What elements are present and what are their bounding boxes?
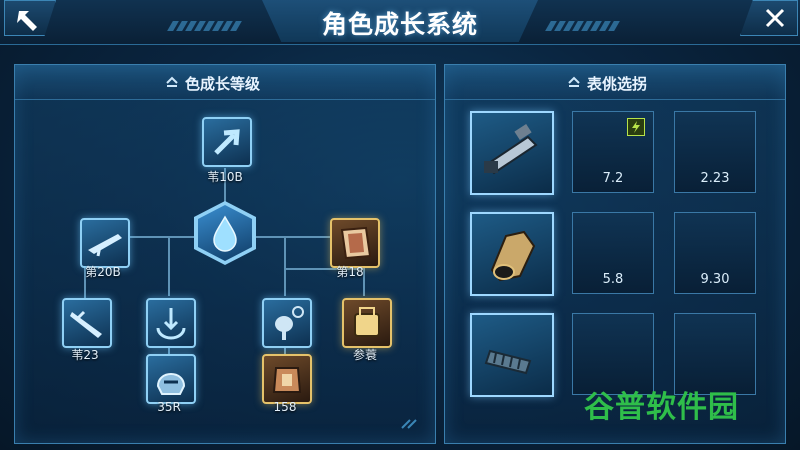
slot-value: 7.2	[602, 171, 624, 186]
ammo-belt-icon	[484, 349, 532, 375]
header-stripes-left	[167, 16, 250, 31]
skill-node-left-lower-2b-label: 35R	[157, 400, 181, 414]
skill-node-right-lower-1b-label: 158	[273, 400, 297, 414]
watermark-brand-green: 谷普	[584, 390, 646, 425]
skill-node-right-lower-2-label: 参蓑	[352, 348, 377, 362]
watermark-text: 谷普软件园	[584, 382, 739, 426]
skill-node-top-label: 苇10B	[207, 170, 243, 184]
armor-plate-icon	[340, 226, 372, 260]
equipment-panel-header: 表佻选拐	[445, 65, 785, 100]
skill-node-left-upper[interactable]	[80, 218, 130, 268]
watermark-logo: 谷普软件园	[584, 372, 784, 432]
skill-node-left-upper-label: 第20B	[85, 265, 121, 279]
downward-shield-icon	[156, 308, 186, 340]
chevron-up-icon	[166, 76, 178, 87]
skill-node-right-lower-2[interactable]	[342, 298, 392, 348]
slot-value: 5.8	[602, 272, 624, 287]
sniper-rifle-icon	[70, 310, 102, 338]
page-title: 角色成长系统	[321, 10, 478, 39]
skill-node-right-upper-label: 第18	[336, 265, 364, 279]
watermark-brand-rest: 软件园	[646, 390, 739, 425]
corner-deco-icon	[401, 419, 417, 429]
launcher-icon	[484, 123, 538, 175]
equipment-panel-title: 表佻选拐	[587, 75, 648, 93]
gauntlet-icon	[490, 230, 536, 282]
arrow-up-right-icon	[214, 129, 240, 155]
equipment-slot-1[interactable]	[470, 111, 554, 195]
growth-panel-header: 色成长等级	[15, 65, 435, 100]
skill-node-left-lower-1[interactable]	[62, 298, 112, 348]
header-stripes-right	[545, 16, 628, 31]
backpack-icon	[354, 307, 380, 337]
chest-armor-icon	[272, 367, 302, 393]
skill-node-top[interactable]	[202, 117, 252, 167]
skill-node-right-lower-1b[interactable]	[262, 354, 312, 404]
rifle-icon	[88, 234, 122, 257]
skill-node-left-lower-2b[interactable]	[146, 354, 196, 404]
chevron-up-icon	[568, 76, 580, 87]
equipment-slot-6[interactable]: 9.30	[674, 212, 756, 294]
growth-panel-title: 色成长等级	[185, 75, 261, 93]
upgrade-badge-icon	[627, 118, 645, 136]
grenade-icon	[275, 306, 304, 340]
connector	[168, 236, 170, 296]
skill-node-right-lower-1a[interactable]	[262, 298, 312, 348]
skill-node-left-lower-1-label: 苇23	[71, 348, 99, 362]
equipment-slot-5[interactable]: 5.8	[572, 212, 654, 294]
equipment-slot-2[interactable]: 7.2	[572, 111, 654, 193]
equipment-slot-4[interactable]	[470, 212, 554, 296]
equipment-slot-7[interactable]	[470, 313, 554, 397]
slot-value: 9.30	[700, 272, 730, 287]
slot-value: 2.23	[700, 171, 730, 186]
helmet-icon	[156, 373, 186, 395]
skill-node-right-upper[interactable]	[330, 218, 380, 268]
equipment-slot-3[interactable]: 2.23	[674, 111, 756, 193]
skill-node-left-lower-2a[interactable]	[146, 298, 196, 348]
connector	[284, 236, 286, 296]
